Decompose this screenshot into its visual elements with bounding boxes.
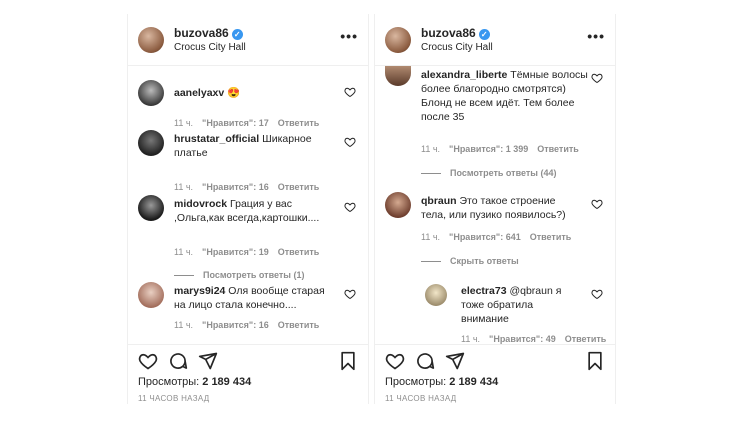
reply-button[interactable]: Ответить bbox=[537, 144, 579, 154]
post-panel-left: buzova86 ✓ Crocus City Hall ••• aanelyaxv… bbox=[127, 14, 369, 404]
action-bar bbox=[128, 344, 368, 374]
post-panel-right: buzova86 ✓ Crocus City Hall ••• alexandra… bbox=[374, 14, 616, 404]
comment-likes[interactable]: "Нравится": 1 399 bbox=[449, 144, 528, 154]
commenter-username[interactable]: marys9i24 bbox=[174, 285, 225, 297]
views-value: 2 189 434 bbox=[449, 376, 499, 388]
replies-divider bbox=[421, 261, 441, 263]
views-count: Просмотры: 2 189 434 bbox=[385, 376, 498, 388]
post-location[interactable]: Crocus City Hall bbox=[421, 42, 493, 53]
more-options-icon[interactable]: ••• bbox=[340, 28, 358, 44]
commenter-username[interactable]: electra73 bbox=[461, 285, 507, 297]
comment-likes[interactable]: "Нравится": 641 bbox=[449, 232, 521, 242]
reply-button[interactable]: Ответить bbox=[278, 182, 320, 192]
comment-bubble-icon[interactable] bbox=[415, 351, 435, 371]
commenter-avatar[interactable] bbox=[138, 282, 164, 308]
post-location[interactable]: Crocus City Hall bbox=[174, 42, 246, 53]
comment-time: 11 ч. bbox=[421, 144, 441, 154]
reply-button[interactable]: Ответить bbox=[278, 118, 320, 128]
comment-likes[interactable]: "Нравится": 16 bbox=[202, 182, 269, 192]
comment-time: 11 ч. bbox=[174, 320, 194, 330]
heart-icon[interactable] bbox=[344, 136, 356, 148]
comment-likes[interactable]: "Нравится": 49 bbox=[489, 334, 556, 344]
author-username[interactable]: buzova86 bbox=[174, 26, 229, 40]
commenter-avatar[interactable] bbox=[385, 192, 411, 218]
heart-icon[interactable] bbox=[385, 351, 405, 371]
commenter-avatar[interactable] bbox=[138, 130, 164, 156]
comment-likes[interactable]: "Нравится": 17 bbox=[202, 118, 269, 128]
post-time[interactable]: 11 ЧАСОВ НАЗАД bbox=[385, 394, 456, 403]
view-replies-label[interactable]: Посмотреть ответы (44) bbox=[450, 168, 556, 178]
author-username[interactable]: buzova86 bbox=[421, 26, 476, 40]
view-replies-button[interactable]: Посмотреть ответы (44) bbox=[421, 168, 556, 178]
author-avatar[interactable] bbox=[138, 27, 164, 53]
commenter-avatar[interactable] bbox=[138, 80, 164, 106]
replies-divider bbox=[421, 173, 441, 175]
reply-button[interactable]: Ответить bbox=[530, 232, 572, 242]
reply-button[interactable]: Ответить bbox=[278, 247, 320, 257]
heart-icon[interactable] bbox=[591, 72, 603, 84]
commenter-avatar[interactable] bbox=[385, 66, 411, 86]
reply-button[interactable]: Ответить bbox=[565, 334, 607, 344]
comment-bubble-icon[interactable] bbox=[168, 351, 188, 371]
bookmark-icon[interactable] bbox=[338, 351, 358, 371]
replies-divider bbox=[174, 275, 194, 277]
heart-icon[interactable] bbox=[591, 198, 603, 210]
post-header: buzova86 ✓ Crocus City Hall ••• bbox=[128, 14, 368, 66]
verified-badge-icon: ✓ bbox=[231, 29, 243, 40]
verified-badge-icon: ✓ bbox=[478, 29, 490, 40]
commenter-avatar[interactable] bbox=[138, 195, 164, 221]
paper-plane-icon[interactable] bbox=[445, 351, 465, 371]
commenter-username[interactable]: aanelyaxv bbox=[174, 87, 224, 99]
paper-plane-icon[interactable] bbox=[198, 351, 218, 371]
action-bar bbox=[375, 344, 615, 374]
heart-icon[interactable] bbox=[138, 351, 158, 371]
views-value: 2 189 434 bbox=[202, 376, 252, 388]
view-replies-button[interactable]: Посмотреть ответы (1) bbox=[174, 270, 304, 280]
post-time[interactable]: 11 ЧАСОВ НАЗАД bbox=[138, 394, 209, 403]
heart-icon[interactable] bbox=[344, 288, 356, 300]
comment-time: 11 ч. bbox=[174, 118, 194, 128]
comment-time: 11 ч. bbox=[461, 334, 481, 344]
comment-likes[interactable]: "Нравится": 16 bbox=[202, 320, 269, 330]
views-count: Просмотры: 2 189 434 bbox=[138, 376, 251, 388]
hide-replies-button[interactable]: Скрыть ответы bbox=[421, 256, 519, 266]
comment-time: 11 ч. bbox=[421, 232, 441, 242]
commenter-username[interactable]: hrustatar_official bbox=[174, 133, 259, 145]
views-label: Просмотры: bbox=[138, 376, 200, 388]
bookmark-icon[interactable] bbox=[585, 351, 605, 371]
comment-text: 😍 bbox=[224, 87, 241, 99]
author-avatar[interactable] bbox=[385, 27, 411, 53]
commenter-username[interactable]: midovrock bbox=[174, 198, 227, 210]
commenter-avatar[interactable] bbox=[425, 284, 447, 306]
hide-replies-label[interactable]: Скрыть ответы bbox=[450, 256, 519, 266]
heart-icon[interactable] bbox=[344, 201, 356, 213]
more-options-icon[interactable]: ••• bbox=[587, 28, 605, 44]
views-label: Просмотры: bbox=[385, 376, 447, 388]
commenter-username[interactable]: qbraun bbox=[421, 195, 457, 207]
comment-time: 11 ч. bbox=[174, 247, 194, 257]
post-header: buzova86 ✓ Crocus City Hall ••• bbox=[375, 14, 615, 66]
view-replies-label[interactable]: Посмотреть ответы (1) bbox=[203, 270, 304, 280]
heart-icon[interactable] bbox=[591, 288, 603, 300]
comment-time: 11 ч. bbox=[174, 182, 194, 192]
commenter-username[interactable]: alexandra_liberte bbox=[421, 69, 507, 81]
comment-likes[interactable]: "Нравится": 19 bbox=[202, 247, 269, 257]
reply-button[interactable]: Ответить bbox=[278, 320, 320, 330]
heart-icon[interactable] bbox=[344, 86, 356, 98]
